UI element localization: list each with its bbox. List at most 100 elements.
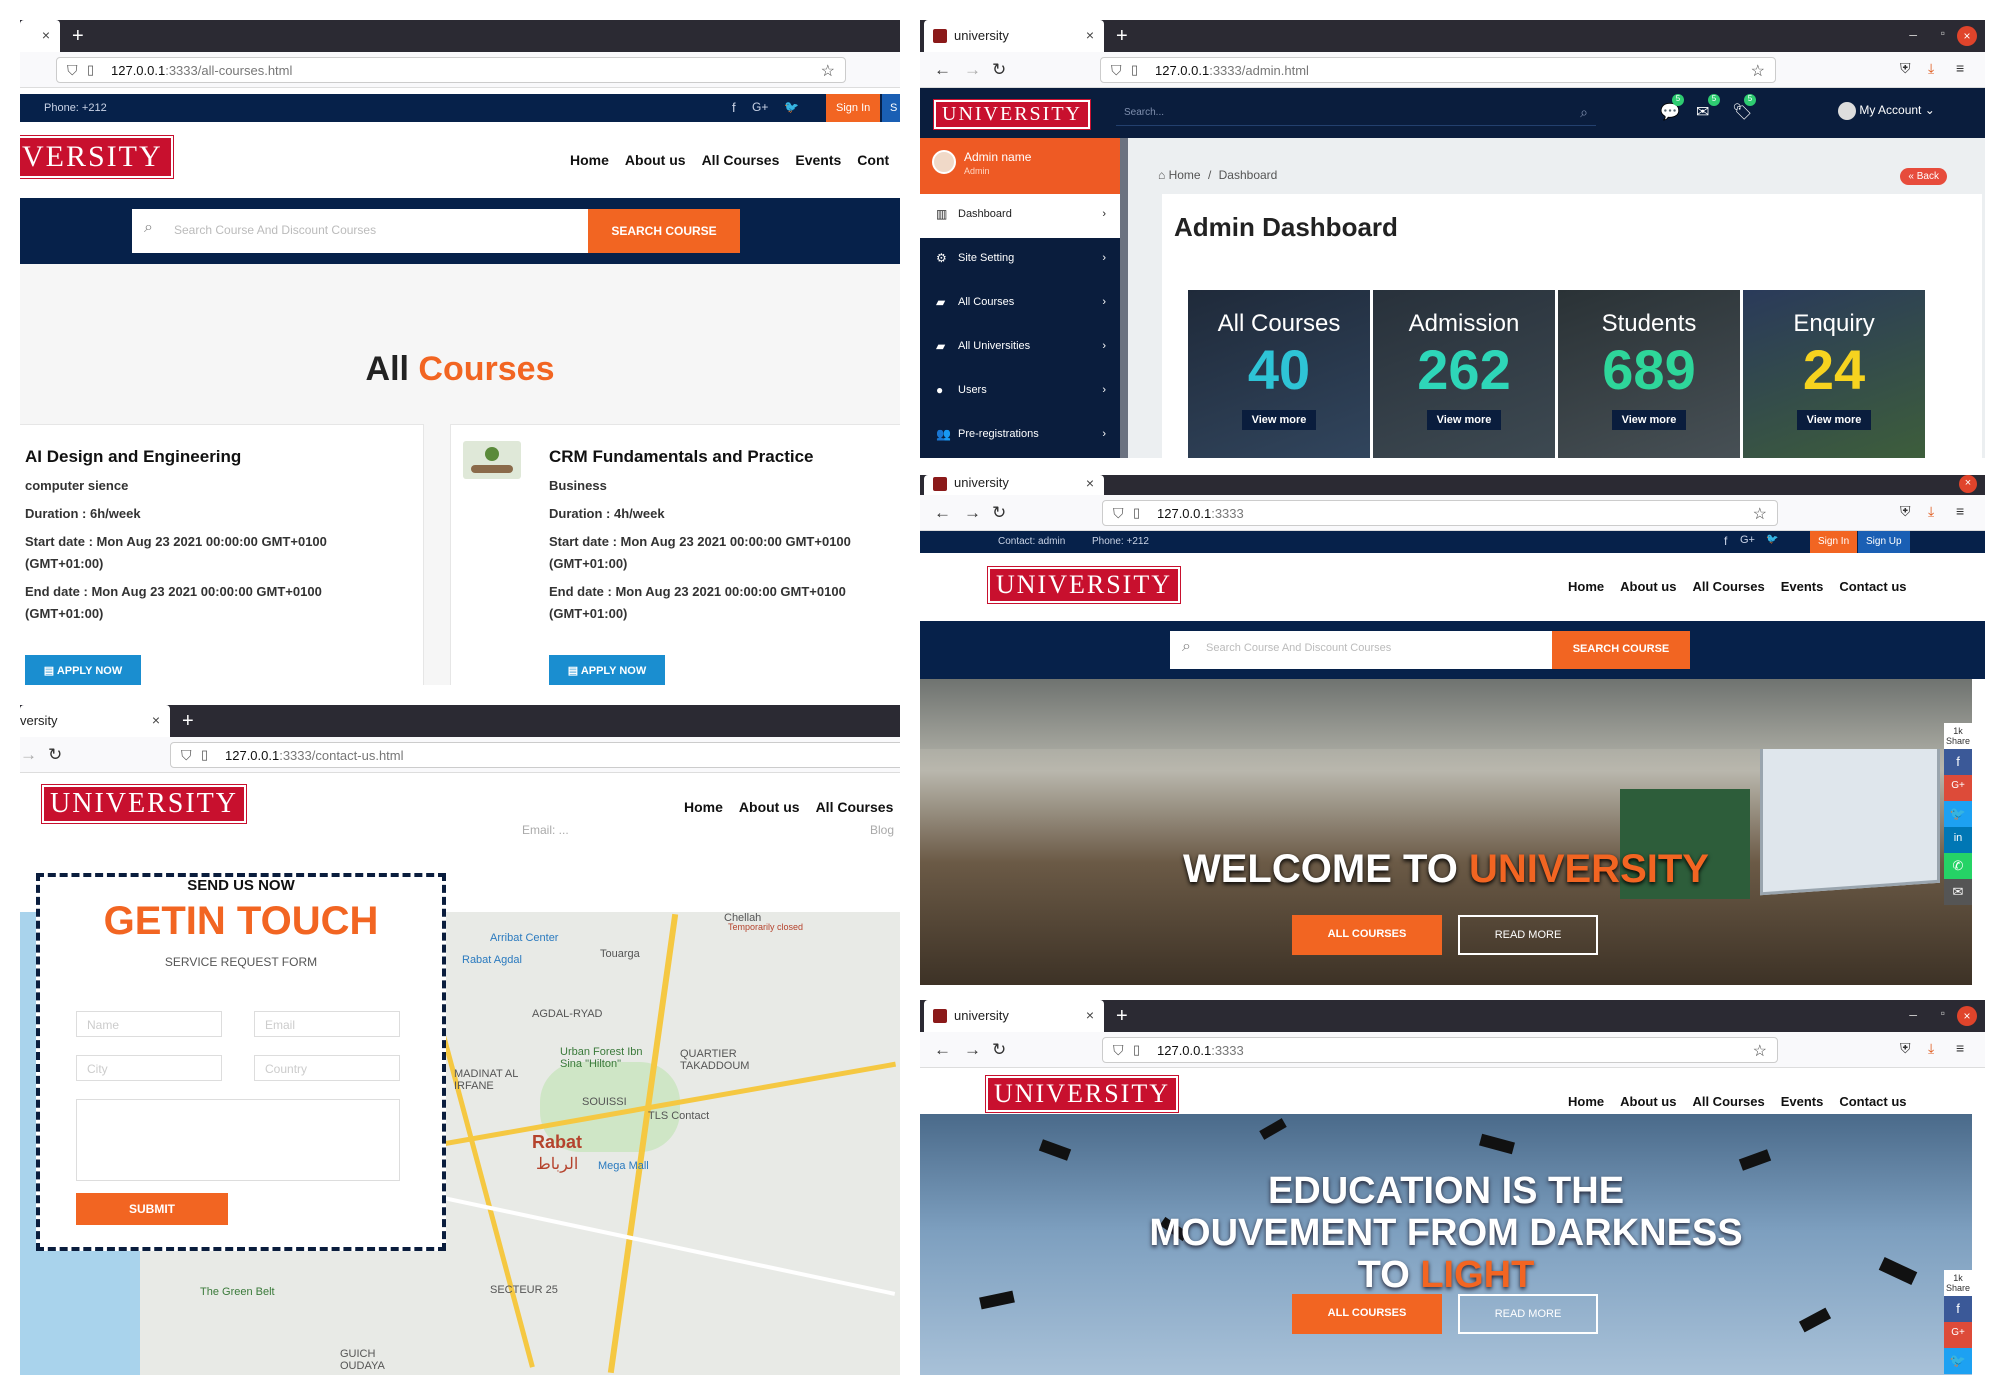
site-logo[interactable]: UNIVERSITY [985,1075,1179,1113]
google-plus-share-icon[interactable]: G+ [1944,1322,1972,1348]
apply-now-button[interactable]: ▤ APPLY NOW [549,655,665,685]
course-search-input[interactable]: ⌕ Search Course And Discount Courses [132,209,588,253]
name-field[interactable]: Name [76,1011,222,1037]
sidebar-item-pre-registrations[interactable]: 👥 Pre-registrations › [920,414,1120,458]
browser-tab[interactable]: versity × [20,705,170,737]
signin-button[interactable]: Sign In [826,94,881,122]
whatsapp-share-icon[interactable]: ✆ [1944,853,1972,879]
course-title[interactable]: CRM Fundamentals and Practice [549,447,814,467]
my-account-menu[interactable]: My Account ⌄ [1838,102,1935,120]
email-field[interactable]: Email [254,1011,400,1037]
address-bar[interactable]: ⛉ ▯ 127.0.0.1:3333/admin.html ☆ [1100,57,1776,83]
sidebar-scrollbar[interactable] [1120,138,1128,458]
mail-icon[interactable]: ✉ [1696,102,1709,122]
browser-tab[interactable]: university × [924,20,1104,52]
menu-about[interactable]: About us [739,799,800,815]
facebook-icon[interactable]: f [732,100,736,115]
twitter-icon[interactable]: 🐦 [784,100,799,114]
download-icon[interactable]: ⤓ [1928,60,1934,77]
view-more-link[interactable]: View more [1796,410,1872,430]
menu-contact[interactable]: Contact us [1839,579,1906,594]
menu-icon[interactable]: ≡ [1956,503,1964,519]
breadcrumb-home[interactable]: Home [1169,168,1201,182]
forward-icon[interactable]: → [20,745,37,765]
email-share-icon[interactable]: ✉ [1944,879,1972,905]
submit-button[interactable]: SUBMIT [76,1193,228,1225]
admin-search-input[interactable]: Search... ⌕ [1116,98,1596,126]
site-logo[interactable]: UNIVERSITY [41,784,247,824]
download-icon[interactable]: ⤓ [1928,503,1934,520]
menu-events[interactable]: Events [1781,1094,1824,1109]
course-search-input[interactable]: ⌕ Search Course And Discount Courses [1170,631,1552,669]
new-tab-icon[interactable]: + [1116,25,1128,48]
menu-courses[interactable]: All Courses [816,799,894,815]
city-field[interactable]: City [76,1055,222,1081]
view-more-link[interactable]: View more [1426,410,1502,430]
twitter-share-icon[interactable]: 🐦 [1944,801,1972,827]
twitter-share-icon[interactable]: 🐦 [1944,1348,1972,1374]
menu-events[interactable]: Events [1781,579,1824,594]
browser-tab[interactable]: university × [924,475,1104,495]
forward-icon[interactable]: → [964,1040,981,1060]
forward-icon[interactable]: → [964,503,981,523]
menu-icon[interactable]: ≡ [1956,60,1964,76]
restore-icon[interactable]: ▫ [1941,1006,1945,1020]
sidebar-item-all-universities[interactable]: ▰ All Universities › [920,326,1120,370]
menu-contact[interactable]: Cont [857,152,889,168]
site-logo[interactable]: VERSITY [20,135,174,179]
close-tab-icon[interactable]: × [1086,1007,1094,1023]
facebook-icon[interactable]: f [1724,534,1727,548]
facebook-share-icon[interactable]: f [1944,1296,1972,1322]
all-courses-button[interactable]: ALL COURSES [1292,1294,1442,1334]
sidebar-item-users[interactable]: ● Users › [920,370,1120,414]
close-tab-icon[interactable]: × [1086,475,1094,491]
signin-button[interactable]: Sign In [1810,531,1858,553]
twitter-icon[interactable]: 🐦 [1766,534,1778,545]
read-more-button[interactable]: READ MORE [1458,915,1598,955]
google-plus-icon[interactable]: G+ [1740,534,1755,546]
country-field[interactable]: Country [254,1055,400,1081]
back-icon[interactable]: ← [934,1040,951,1060]
minimize-icon[interactable]: – [1909,1006,1917,1022]
view-more-link[interactable]: View more [1241,410,1317,430]
course-title[interactable]: AI Design and Engineering [25,447,241,467]
reload-icon[interactable]: ↻ [992,503,1006,523]
address-bar[interactable]: ⛉ ▯ 127.0.0.1:3333 ☆ [1102,1037,1778,1063]
minimize-icon[interactable]: – [1909,26,1917,42]
read-more-button[interactable]: READ MORE [1458,1294,1598,1334]
reload-icon[interactable]: ↻ [992,60,1006,80]
menu-icon[interactable]: ≡ [1956,1040,1964,1056]
menu-courses[interactable]: All Courses [702,152,780,168]
search-course-button[interactable]: SEARCH COURSE [588,209,740,253]
menu-home[interactable]: Home [1568,579,1604,594]
new-tab-icon[interactable]: + [72,25,84,48]
google-plus-icon[interactable]: G+ [752,100,768,114]
sidebar-item-dashboard[interactable]: ▥ Dashboard › [920,194,1120,238]
download-icon[interactable]: ⤓ [1928,1040,1934,1057]
back-icon[interactable]: ← [934,503,951,523]
address-bar[interactable]: ⛉ ▯ 127.0.0.1:3333/contact-us.html [170,742,900,768]
search-course-button[interactable]: SEARCH COURSE [1552,631,1690,669]
signup-button[interactable]: S [882,94,900,122]
sidebar-item-all-courses[interactable]: ▰ All Courses › [920,282,1120,326]
menu-about[interactable]: About us [1620,1094,1676,1109]
site-logo[interactable]: UNIVERSITY [987,566,1181,604]
menu-home[interactable]: Home [1568,1094,1604,1109]
back-icon[interactable]: ← [934,60,951,80]
google-plus-share-icon[interactable]: G+ [1944,775,1972,801]
menu-home[interactable]: Home [684,799,723,815]
back-button[interactable]: « Back [1900,168,1947,185]
facebook-share-icon[interactable]: f [1944,749,1972,775]
signup-button[interactable]: Sign Up [1858,531,1910,553]
browser-tab[interactable]: × [20,20,60,52]
menu-home[interactable]: Home [570,152,609,168]
forward-icon[interactable]: → [964,60,981,80]
pocket-icon[interactable]: ⛨ [1900,60,1911,77]
pocket-icon[interactable]: ⛨ [1900,1040,1911,1057]
pocket-icon[interactable]: ⛨ [1900,503,1911,520]
close-window-icon[interactable]: × [1959,475,1977,493]
bookmark-star-icon[interactable]: ☆ [1753,504,1767,524]
menu-courses[interactable]: All Courses [1692,579,1764,594]
new-tab-icon[interactable]: + [182,710,194,733]
sidebar-item-site-setting[interactable]: ⚙ Site Setting › [920,238,1120,282]
